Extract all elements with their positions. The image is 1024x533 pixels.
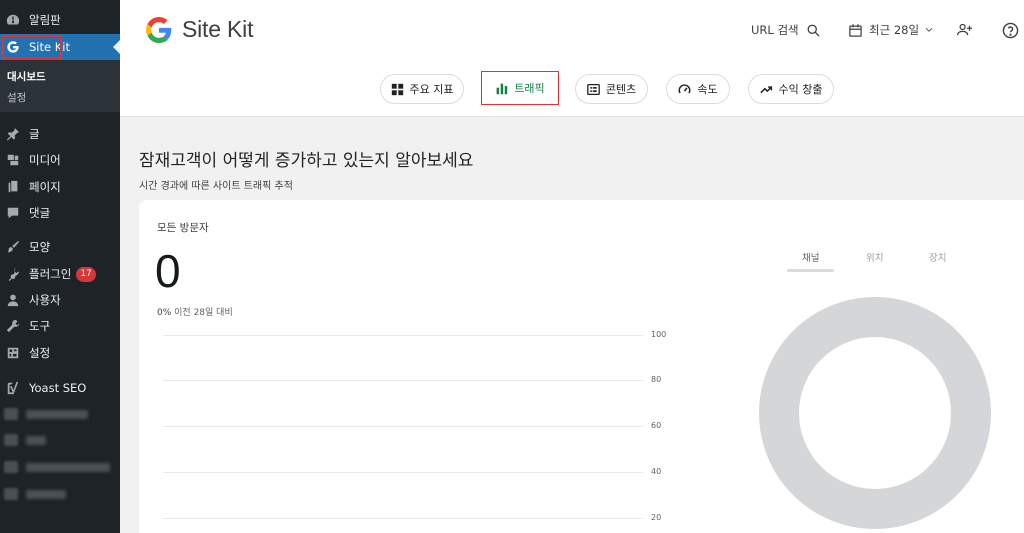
page-icon: [5, 179, 21, 195]
tab-key-metrics[interactable]: 주요 지표: [380, 74, 464, 104]
chevron-down-icon: [925, 28, 933, 32]
media-icon: [5, 152, 21, 168]
sidebar-item-media[interactable]: 미디어: [0, 147, 120, 173]
google-logo-icon: [146, 16, 172, 43]
dimension-tab-indicator: [787, 269, 834, 272]
speedometer-icon: [678, 83, 691, 94]
yoast-icon: [5, 380, 21, 396]
section-title: 잠재고객이 어떻게 증가하고 있는지 알아보세요: [139, 151, 474, 171]
chart-gridline: [163, 335, 643, 336]
dashboard-icon: [5, 12, 21, 28]
y-tick-label: 100: [651, 330, 667, 339]
admin-sidebar: 알림판 Site Kit 대시보드 설정 글 미디어 페이지 댓글 모양 플러그…: [0, 0, 120, 533]
calendar-icon: [849, 23, 862, 37]
chart-gridline: [163, 426, 643, 427]
dimension-tab-device[interactable]: 장치: [929, 250, 946, 264]
sidebar-item-blurred[interactable]: [4, 488, 66, 500]
sidebar-item-dashboard[interactable]: 알림판: [0, 7, 120, 33]
url-search-button[interactable]: URL 검색: [751, 22, 821, 38]
wrench-icon: [5, 318, 21, 334]
change-percent: 0%: [157, 308, 172, 318]
sidebar-item-pages[interactable]: 페이지: [0, 174, 120, 200]
plugin-icon: [5, 266, 21, 282]
change-text: 이전 28일 대비: [174, 308, 233, 318]
plugin-update-badge: 17: [76, 266, 96, 282]
y-tick-label: 80: [651, 375, 662, 384]
sidebar-item-yoast-seo[interactable]: Yoast SEO: [0, 375, 120, 401]
tab-monetization[interactable]: 수익 창출: [748, 74, 834, 104]
trending-up-icon: [759, 85, 772, 93]
sidebar-item-posts[interactable]: 글: [0, 121, 120, 147]
sidebar-item-blurred[interactable]: [4, 434, 46, 446]
metric-value: 0: [155, 245, 181, 297]
sidebar-item-blurred[interactable]: [4, 461, 110, 473]
chart-gridline: [163, 472, 643, 473]
add-user-button[interactable]: [956, 22, 973, 37]
dimension-tab-channel[interactable]: 채널: [802, 250, 819, 264]
y-tick-label: 20: [651, 513, 662, 522]
sidebar-item-tools[interactable]: 도구: [0, 313, 120, 339]
content-icon: [586, 83, 600, 95]
metric-change: 0% 이전 28일 대비: [157, 305, 233, 318]
chart-gridline: [163, 518, 643, 519]
pin-icon: [5, 126, 21, 142]
dashboard-nav-tabs: 주요 지표 트래픽 콘텐츠 속도 수익 창출: [120, 71, 1024, 106]
site-kit-highlight: [2, 35, 62, 59]
sidebar-item-users[interactable]: 사용자: [0, 287, 120, 313]
help-icon: [1002, 22, 1019, 39]
brush-icon: [5, 239, 21, 255]
search-icon: [807, 24, 820, 37]
sidebar-item-settings[interactable]: 설정: [0, 340, 120, 366]
all-visitors-card: 모든 방문자 0 0% 이전 28일 대비 100 80 60 40 20 채널…: [139, 200, 1024, 533]
active-menu-arrow: [113, 40, 120, 54]
sidebar-item-comments[interactable]: 댓글: [0, 200, 120, 226]
tab-traffic[interactable]: 트래픽: [481, 71, 559, 105]
bar-chart-icon: [496, 83, 508, 94]
tab-content[interactable]: 콘텐츠: [575, 74, 648, 104]
help-button[interactable]: [1002, 22, 1019, 39]
donut-empty-ring: [759, 297, 991, 529]
date-range-selector[interactable]: 최근 28일: [848, 22, 934, 38]
settings-icon: [5, 345, 21, 361]
dimension-tab-location[interactable]: 위치: [866, 250, 883, 264]
submenu-item-dashboard[interactable]: 대시보드: [7, 69, 46, 84]
sidebar-item-blurred[interactable]: [4, 408, 88, 420]
traffic-donut-chart: [759, 297, 991, 529]
site-kit-title: Site Kit: [182, 16, 254, 42]
comment-icon: [5, 205, 21, 221]
section-subtitle: 시간 경과에 따른 사이트 트래픽 추적: [139, 181, 293, 192]
grid-icon: [391, 83, 403, 95]
y-tick-label: 40: [651, 467, 662, 476]
traffic-section-header: 잠재고객이 어떻게 증가하고 있는지 알아보세요 시간 경과에 따른 사이트 트…: [139, 146, 473, 192]
y-tick-label: 60: [651, 421, 662, 430]
metric-label: 모든 방문자: [157, 222, 209, 234]
sidebar-item-plugins[interactable]: 플러그인 17: [0, 261, 120, 287]
site-kit-submenu: 대시보드 설정: [0, 60, 120, 112]
submenu-item-settings[interactable]: 설정: [7, 90, 26, 105]
site-kit-header: Site Kit URL 검색 최근 28일 주요 지표 트래픽 콘텐츠 속도: [120, 0, 1024, 117]
person-add-icon: [957, 23, 972, 36]
user-icon: [5, 292, 21, 308]
sidebar-item-appearance[interactable]: 모양: [0, 234, 120, 260]
site-kit-logo: Site Kit: [146, 16, 253, 43]
chart-gridline: [163, 380, 643, 381]
tab-speed[interactable]: 속도: [666, 74, 730, 104]
